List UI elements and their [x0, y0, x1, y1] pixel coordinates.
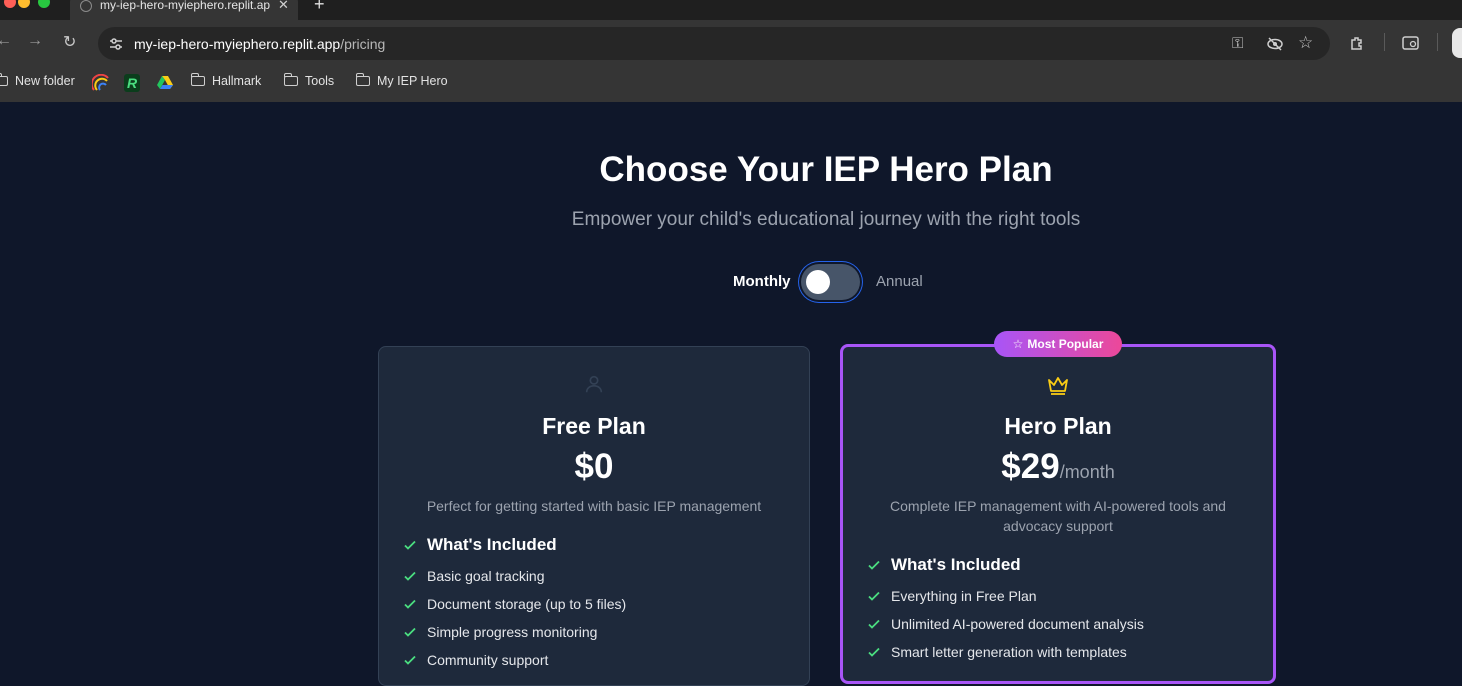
billing-monthly-label[interactable]: Monthly: [733, 273, 791, 290]
check-icon: [404, 599, 416, 609]
close-tab-icon[interactable]: ✕: [278, 0, 289, 13]
r-favicon[interactable]: R: [124, 74, 140, 92]
bookmark-label: New folder: [15, 74, 75, 88]
bookmark-tools[interactable]: Tools: [283, 73, 335, 88]
bookmark-new-folder[interactable]: New folder: [0, 73, 75, 88]
feature-text: Simple progress monitoring: [427, 624, 598, 640]
feature-heading-text: What's Included: [427, 535, 557, 554]
feature-text: Document storage (up to 5 files): [427, 596, 627, 612]
address-bar[interactable]: my-iep-hero-myiephero.replit.app/pricing…: [98, 27, 1330, 60]
check-icon: [404, 627, 416, 637]
url-text: my-iep-hero-myiephero.replit.app/pricing: [134, 36, 386, 52]
check-icon: [868, 619, 880, 629]
feature-item: Community support: [403, 646, 785, 674]
crown-icon: [1048, 377, 1068, 395]
pricing-page: Choose Your IEP Hero Plan Empower your c…: [0, 102, 1462, 686]
bookmark-label: Hallmark: [212, 74, 262, 88]
feature-item: Basic goal tracking: [403, 562, 785, 590]
key-icon[interactable]: ⚿: [1232, 35, 1243, 52]
plan-price: $29/month: [843, 447, 1273, 487]
toolbar-divider: [1384, 33, 1385, 51]
rainbow-favicon[interactable]: [92, 74, 110, 92]
back-arrow-icon[interactable]: ←: [0, 32, 12, 50]
plan-name: Free Plan: [542, 413, 646, 439]
reload-icon[interactable]: ↻: [63, 32, 76, 52]
maximize-window-button[interactable]: [38, 0, 50, 8]
minimize-window-button[interactable]: [18, 0, 30, 8]
user-icon: [585, 375, 603, 393]
feature-list: What's Included Basic goal tracking Docu…: [403, 528, 785, 674]
billing-annual-label[interactable]: Annual: [876, 273, 923, 290]
folder-icon: [190, 73, 205, 86]
folder-icon: [283, 73, 298, 86]
tab-strip: my-iep-hero-myiephero.replit.app ✕ +: [0, 0, 1462, 20]
new-tab-button[interactable]: +: [314, 0, 325, 15]
check-icon: [404, 540, 416, 550]
plan-description: Complete IEP management with AI-powered …: [890, 498, 1226, 534]
page-title: Choose Your IEP Hero Plan: [599, 150, 1053, 189]
feature-item: Simple progress monitoring: [403, 618, 785, 646]
feature-text: Everything in Free Plan: [891, 588, 1037, 604]
check-icon: [868, 560, 880, 570]
plan-name: Hero Plan: [1004, 413, 1112, 439]
feature-text: Smart letter generation with templates: [891, 644, 1127, 660]
browser-tab[interactable]: my-iep-hero-myiephero.replit.app ✕: [70, 0, 298, 20]
feature-text: Unlimited AI-powered document analysis: [891, 616, 1144, 632]
plan-description: Perfect for getting started with basic I…: [426, 498, 762, 514]
free-plan-card: Free Plan $0 Perfect for getting started…: [378, 346, 810, 686]
feature-list: What's Included Everything in Free Plan …: [867, 548, 1249, 666]
feature-text: Community support: [427, 652, 549, 668]
hero-plan-card: Hero Plan $29/month Complete IEP managem…: [840, 344, 1276, 684]
folder-icon: [0, 73, 8, 86]
browser-toolbar: ← → ↻ my-iep-hero-myiephero.replit.app/p…: [0, 20, 1462, 66]
folder-icon: [355, 73, 370, 86]
feature-heading-text: What's Included: [891, 555, 1021, 574]
bookmark-hallmark[interactable]: Hallmark: [190, 73, 262, 88]
feature-heading: What's Included: [867, 548, 1249, 582]
tab-search-icon[interactable]: [1402, 35, 1420, 51]
most-popular-badge: ☆ Most Popular: [994, 331, 1122, 357]
star-icon: ☆: [1012, 337, 1024, 351]
tab-title: my-iep-hero-myiephero.replit.app: [100, 0, 270, 12]
extensions-icon[interactable]: [1349, 35, 1365, 51]
feature-heading: What's Included: [403, 528, 785, 562]
google-drive-icon[interactable]: [157, 75, 173, 90]
toggle-knob: [806, 270, 830, 294]
toolbar-divider: [1437, 33, 1438, 51]
price-period: /month: [1059, 462, 1115, 482]
page-subtitle: Empower your child's educational journey…: [571, 209, 1081, 230]
price-amount: $29: [1001, 447, 1060, 486]
feature-item: Document storage (up to 5 files): [403, 590, 785, 618]
bookmark-label: My IEP Hero: [377, 74, 448, 88]
bookmark-my-iep-hero[interactable]: My IEP Hero: [355, 73, 448, 88]
price-amount: $0: [574, 447, 614, 486]
feature-item: Smart letter generation with templates: [867, 638, 1249, 666]
check-icon: [404, 571, 416, 581]
feature-item: Everything in Free Plan: [867, 582, 1249, 610]
billing-period-toggle[interactable]: [801, 264, 860, 300]
feature-item: Unlimited AI-powered document analysis: [867, 610, 1249, 638]
close-window-button[interactable]: [4, 0, 16, 8]
bookmarks-bar: New folder R Hallmark Tools My IEP Hero: [0, 66, 1462, 103]
check-icon: [868, 647, 880, 657]
bookmark-label: Tools: [305, 74, 335, 88]
profile-button[interactable]: [1452, 28, 1462, 58]
eye-off-icon[interactable]: [1266, 36, 1284, 52]
forward-arrow-icon[interactable]: →: [27, 32, 43, 50]
plan-price: $0: [379, 447, 809, 487]
badge-text: Most Popular: [1027, 337, 1104, 351]
bookmark-star-icon[interactable]: ☆: [1298, 33, 1313, 53]
site-settings-icon[interactable]: [108, 36, 124, 52]
check-icon: [404, 655, 416, 665]
check-icon: [868, 591, 880, 601]
feature-text: Basic goal tracking: [427, 568, 545, 584]
globe-icon: [80, 0, 92, 12]
